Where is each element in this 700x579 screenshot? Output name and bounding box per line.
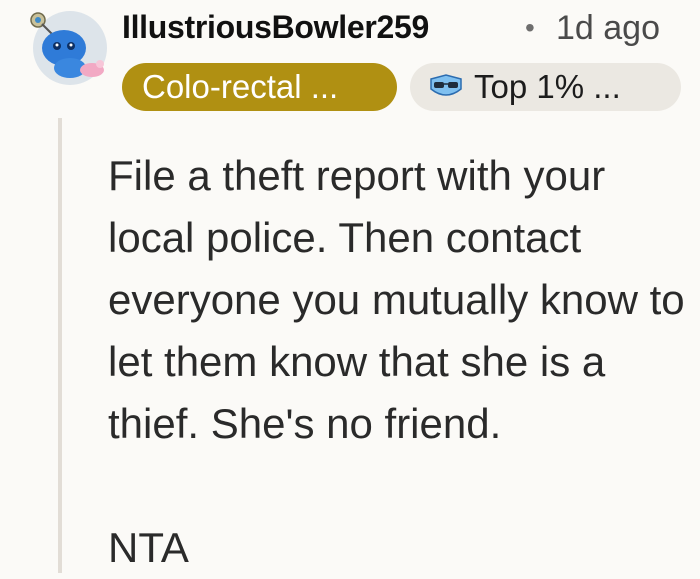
username[interactable]: IllustriousBowler259: [122, 9, 429, 46]
comment-body: File a theft report with your local poli…: [108, 145, 698, 579]
timestamp[interactable]: 1d ago: [556, 9, 660, 48]
achievement-label: Top 1% ...: [474, 68, 621, 105]
avatar[interactable]: [18, 10, 122, 86]
achievement-badge[interactable]: Top 1% ...: [410, 63, 681, 111]
comment-paragraph: NTA: [108, 524, 189, 571]
sunglasses-badge-icon: [430, 74, 462, 96]
user-flair[interactable]: Colo-rectal ...: [122, 63, 397, 111]
separator-dot: •: [525, 12, 535, 43]
comment-paragraph: File a theft report with your local poli…: [108, 152, 685, 447]
thread-line[interactable]: [58, 118, 62, 573]
snoo-avatar-icon: [30, 11, 107, 85]
